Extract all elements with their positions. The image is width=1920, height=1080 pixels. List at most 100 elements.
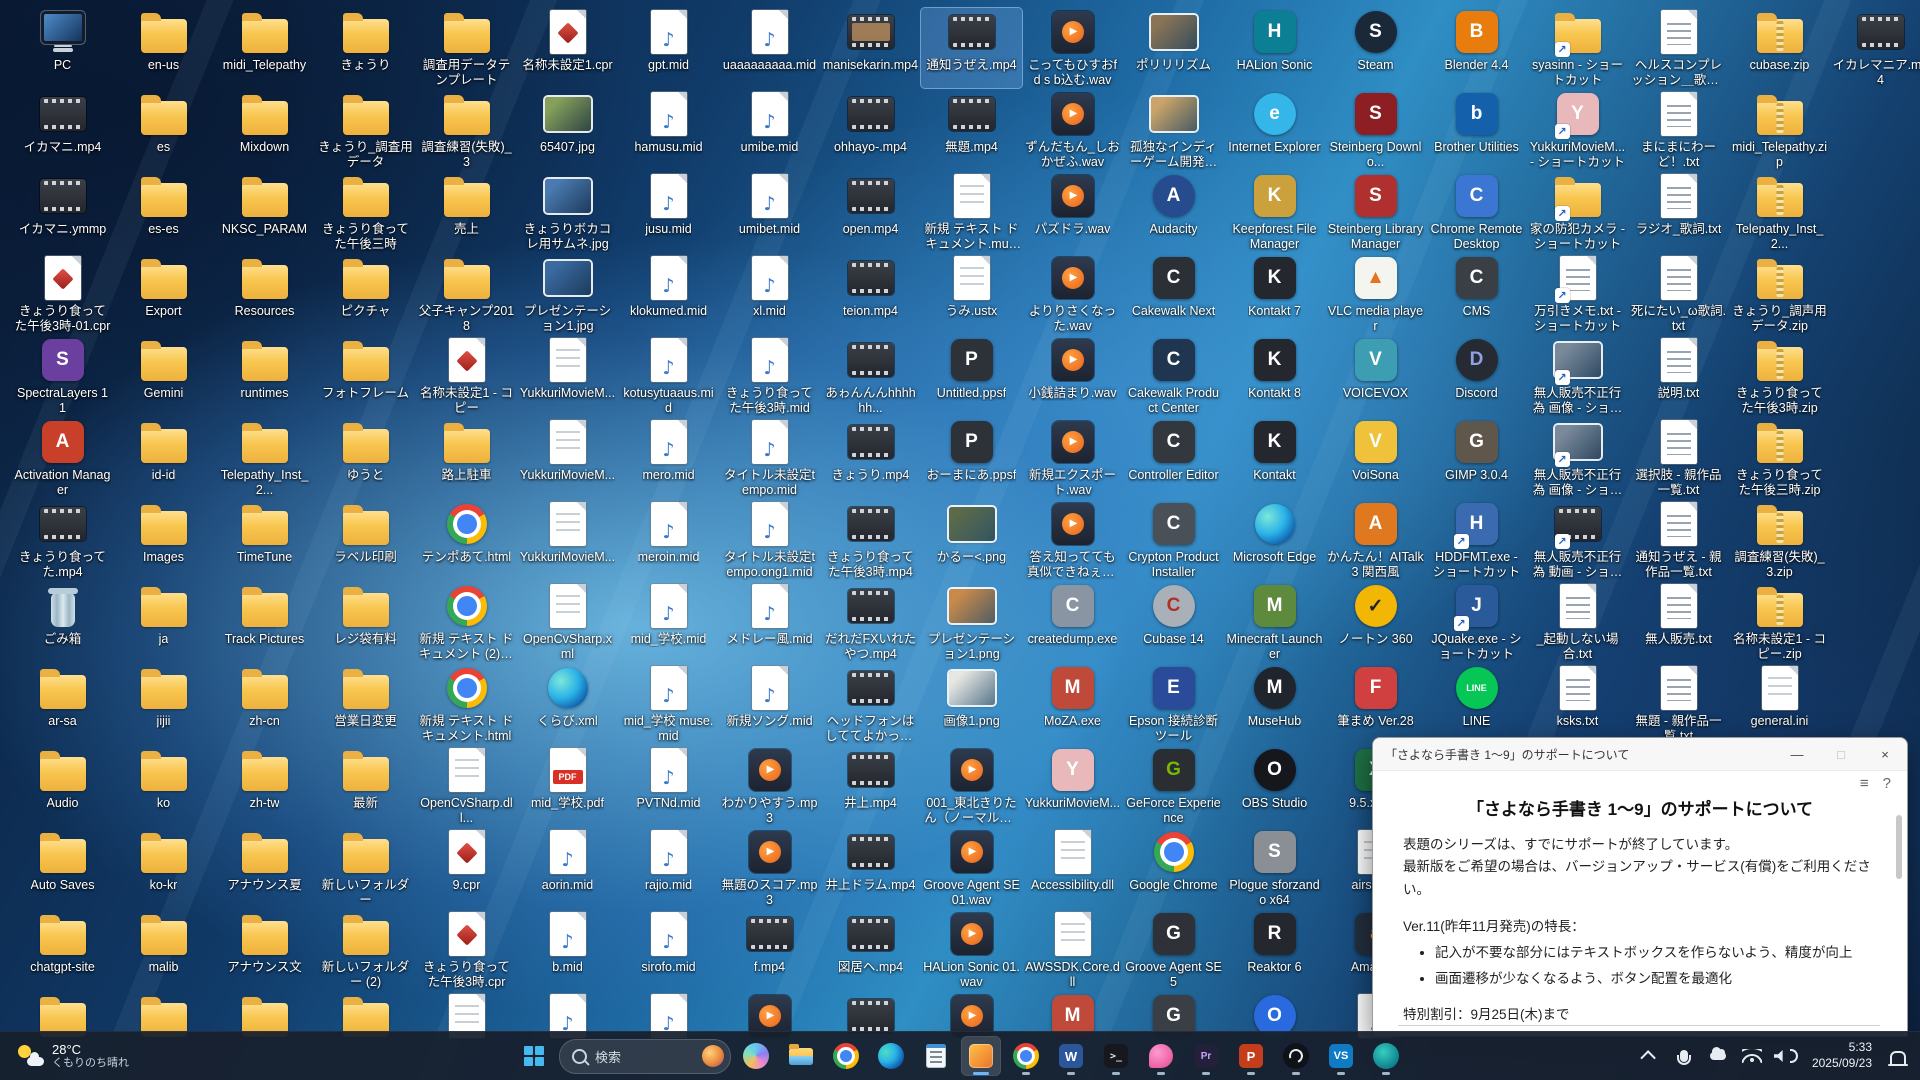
desktop-icon[interactable]: ゆうと bbox=[315, 418, 416, 498]
desktop-icon[interactable]: きょうり食ってた午後三時.zip bbox=[1729, 418, 1830, 498]
desktop-icon[interactable]: 無題のスコア.mp3 bbox=[719, 828, 820, 908]
desktop-icon[interactable]: AWSSDK.Core.dll bbox=[1022, 910, 1123, 990]
desktop-icon[interactable]: 新規エクスポート.wav bbox=[1022, 418, 1123, 498]
desktop-icon[interactable]: bBrother Utilities bbox=[1426, 90, 1527, 170]
desktop-icon[interactable]: OOBS Studio bbox=[1224, 746, 1325, 826]
desktop-icon[interactable]: es bbox=[113, 90, 214, 170]
desktop-icon[interactable]: Accessibility.dll bbox=[1022, 828, 1123, 908]
desktop-icon[interactable]: malib bbox=[113, 910, 214, 990]
taskbar-terminal-icon[interactable] bbox=[1096, 1036, 1136, 1076]
desktop-icon[interactable]: xl.mid bbox=[719, 254, 820, 334]
desktop-icon[interactable]: まにまにわーど！.txt bbox=[1628, 90, 1729, 170]
desktop-icon[interactable]: SPlogue sforzando x64 bbox=[1224, 828, 1325, 908]
desktop-icon[interactable]: きょうり食ってた午後3時-01.cpr bbox=[12, 254, 113, 334]
desktop-icon[interactable]: ラベル印刷 bbox=[315, 500, 416, 580]
desktop-icon[interactable]: RReaktor 6 bbox=[1224, 910, 1325, 990]
desktop-icon[interactable]: midi_Telepathy bbox=[214, 8, 315, 88]
taskbar-copilot-icon[interactable] bbox=[736, 1036, 776, 1076]
desktop-icon[interactable]: ko-kr bbox=[113, 828, 214, 908]
desktop-icon[interactable]: PVTNd.mid bbox=[618, 746, 719, 826]
desktop-icon[interactable]: CCakewalk Next bbox=[1123, 254, 1224, 334]
desktop-icon[interactable]: AAudacity bbox=[1123, 172, 1224, 252]
desktop-icon[interactable]: イカマニ.mp4 bbox=[12, 90, 113, 170]
desktop-icon[interactable]: よりりさくなった.wav bbox=[1022, 254, 1123, 334]
desktop-icon[interactable]: Google Chrome bbox=[1123, 828, 1224, 908]
desktop-icon[interactable]: Export bbox=[113, 254, 214, 334]
taskbar-explorer-icon[interactable] bbox=[781, 1036, 821, 1076]
desktop-icon[interactable]: 井上.mp4 bbox=[820, 746, 921, 826]
desktop-icon[interactable]: chatgpt-site bbox=[12, 910, 113, 990]
desktop-icon[interactable]: JJQuake.exe - ショートカット bbox=[1426, 582, 1527, 662]
desktop-icon[interactable]: プレゼンテーション1.png bbox=[921, 582, 1022, 662]
desktop-icon[interactable]: 孤独なインディーゲーム開発者の一生... bbox=[1123, 90, 1224, 170]
desktop-icon[interactable]: ko bbox=[113, 746, 214, 826]
volume-icon[interactable] bbox=[1770, 1036, 1802, 1076]
desktop-icon[interactable]: 新しいフォルダー bbox=[315, 828, 416, 908]
desktop-icon[interactable]: VVOICEVOX bbox=[1325, 336, 1426, 416]
desktop-icon[interactable]: ksks.txt bbox=[1527, 664, 1628, 744]
desktop-icon[interactable]: 調査用データテンプレート bbox=[416, 8, 517, 88]
search-box[interactable]: 検索 bbox=[559, 1039, 731, 1074]
desktop-icon[interactable]: HHALion Sonic bbox=[1224, 8, 1325, 88]
desktop-icon[interactable]: Track Pictures bbox=[214, 582, 315, 662]
desktop-icon[interactable]: きょうり食ってた.mp4 bbox=[12, 500, 113, 580]
desktop-icon[interactable]: HALion Sonic 01.wav bbox=[921, 910, 1022, 990]
desktop-icon[interactable]: ✓ノートン 360 bbox=[1325, 582, 1426, 662]
desktop-icon[interactable]: ▲VLC media player bbox=[1325, 254, 1426, 334]
desktop-icon[interactable]: 通知うぜえ.mp4 bbox=[921, 8, 1022, 88]
desktop-icon[interactable]: 新規ソング.mid bbox=[719, 664, 820, 744]
taskbar-musehub-icon[interactable] bbox=[1366, 1036, 1406, 1076]
desktop-icon[interactable]: rajio.mid bbox=[618, 828, 719, 908]
desktop-icon[interactable]: アナウンス夏 bbox=[214, 828, 315, 908]
desktop-icon[interactable]: PC bbox=[12, 8, 113, 88]
desktop-icon[interactable]: くらび.xml bbox=[517, 664, 618, 744]
desktop-icon[interactable]: GGroove Agent SE 5 bbox=[1123, 910, 1224, 990]
desktop-icon[interactable]: general.ini bbox=[1729, 664, 1830, 744]
desktop-icon[interactable]: mid_学校.pdf bbox=[517, 746, 618, 826]
desktop-icon[interactable]: _起動しない場合.txt bbox=[1527, 582, 1628, 662]
desktop-icon[interactable]: CCakewalk Product Center bbox=[1123, 336, 1224, 416]
desktop-icon[interactable]: b.mid bbox=[517, 910, 618, 990]
desktop-icon[interactable]: 名称未設定1 - コピー bbox=[416, 336, 517, 416]
desktop-icon[interactable]: Telepathy_Inst_2... bbox=[214, 418, 315, 498]
desktop-icon[interactable]: manisekarin.mp4 bbox=[820, 8, 921, 88]
desktop-icon[interactable]: きょうり食ってた午後3時.zip bbox=[1729, 336, 1830, 416]
desktop-icon[interactable]: 答え知ってても真似できねぇわ.wav bbox=[1022, 500, 1123, 580]
desktop-icon[interactable]: uaaaaaaaaa.mid bbox=[719, 8, 820, 88]
desktop-icon[interactable]: きょうり.mp4 bbox=[820, 418, 921, 498]
desktop-icon[interactable]: NKSC_PARAM bbox=[214, 172, 315, 252]
desktop-icon[interactable]: ohhayo-.mp4 bbox=[820, 90, 921, 170]
desktop-icon[interactable]: 小銭詰まり.wav bbox=[1022, 336, 1123, 416]
desktop-icon[interactable]: YYukkuriMovieM... - ショートカット bbox=[1527, 90, 1628, 170]
desktop-icon[interactable]: 001_東北きりたん（ノーマル）_テレパ... bbox=[921, 746, 1022, 826]
taskbar-obs-icon[interactable] bbox=[1276, 1036, 1316, 1076]
desktop-icon[interactable]: ラジオ_歌詞.txt bbox=[1628, 172, 1729, 252]
desktop-icon[interactable]: KKontakt 8 bbox=[1224, 336, 1325, 416]
desktop-icon[interactable]: Aかんたん！AITalk 3 関西風 bbox=[1325, 500, 1426, 580]
desktop-icon[interactable]: ずんだもん_しおかぜふ.wav bbox=[1022, 90, 1123, 170]
taskbar-chrome-2-icon[interactable] bbox=[1006, 1036, 1046, 1076]
desktop-icon[interactable]: VVoiSona bbox=[1325, 418, 1426, 498]
desktop-icon[interactable]: イカレマニア.mp4 bbox=[1830, 8, 1920, 88]
desktop-icon[interactable]: DDiscord bbox=[1426, 336, 1527, 416]
clock[interactable]: 5:33 2025/09/23 bbox=[1804, 1040, 1880, 1071]
desktop-icon[interactable]: cubase.zip bbox=[1729, 8, 1830, 88]
desktop-icon[interactable]: ヘルスコンプレッション＿歌詞.txt bbox=[1628, 8, 1729, 88]
desktop-icon[interactable]: hamusu.mid bbox=[618, 90, 719, 170]
desktop-icon[interactable]: 名称未設定1.cpr bbox=[517, 8, 618, 88]
desktop-icon[interactable]: イカマニ.ymmp bbox=[12, 172, 113, 252]
desktop-icon[interactable]: 無人販売不正行為 動画 - ショートカット bbox=[1527, 500, 1628, 580]
desktop-icon[interactable]: きょうり食ってた午後3時.cpr bbox=[416, 910, 517, 990]
desktop-icon[interactable]: 最新 bbox=[315, 746, 416, 826]
desktop-icon[interactable]: SSteinberg Downlo... bbox=[1325, 90, 1426, 170]
desktop-icon[interactable]: OpenCvSharp.dll... bbox=[416, 746, 517, 826]
desktop-icon[interactable]: YukkuriMovieM... bbox=[517, 418, 618, 498]
desktop-icon[interactable]: 井上ドラム.mp4 bbox=[820, 828, 921, 908]
start-button[interactable] bbox=[514, 1036, 554, 1076]
desktop-icon[interactable]: MMinecraft Launcher bbox=[1224, 582, 1325, 662]
desktop-icon[interactable]: sirofo.mid bbox=[618, 910, 719, 990]
desktop-icon[interactable]: 無人販売不正行為 画像 - ショートカット bbox=[1527, 418, 1628, 498]
dialog-titlebar[interactable]: 「さよなら手書き 1～9」のサポートについて — □ × bbox=[1373, 738, 1907, 771]
desktop-icon[interactable]: ar-sa bbox=[12, 664, 113, 744]
desktop-icon[interactable]: F筆まめ Ver.28 bbox=[1325, 664, 1426, 744]
